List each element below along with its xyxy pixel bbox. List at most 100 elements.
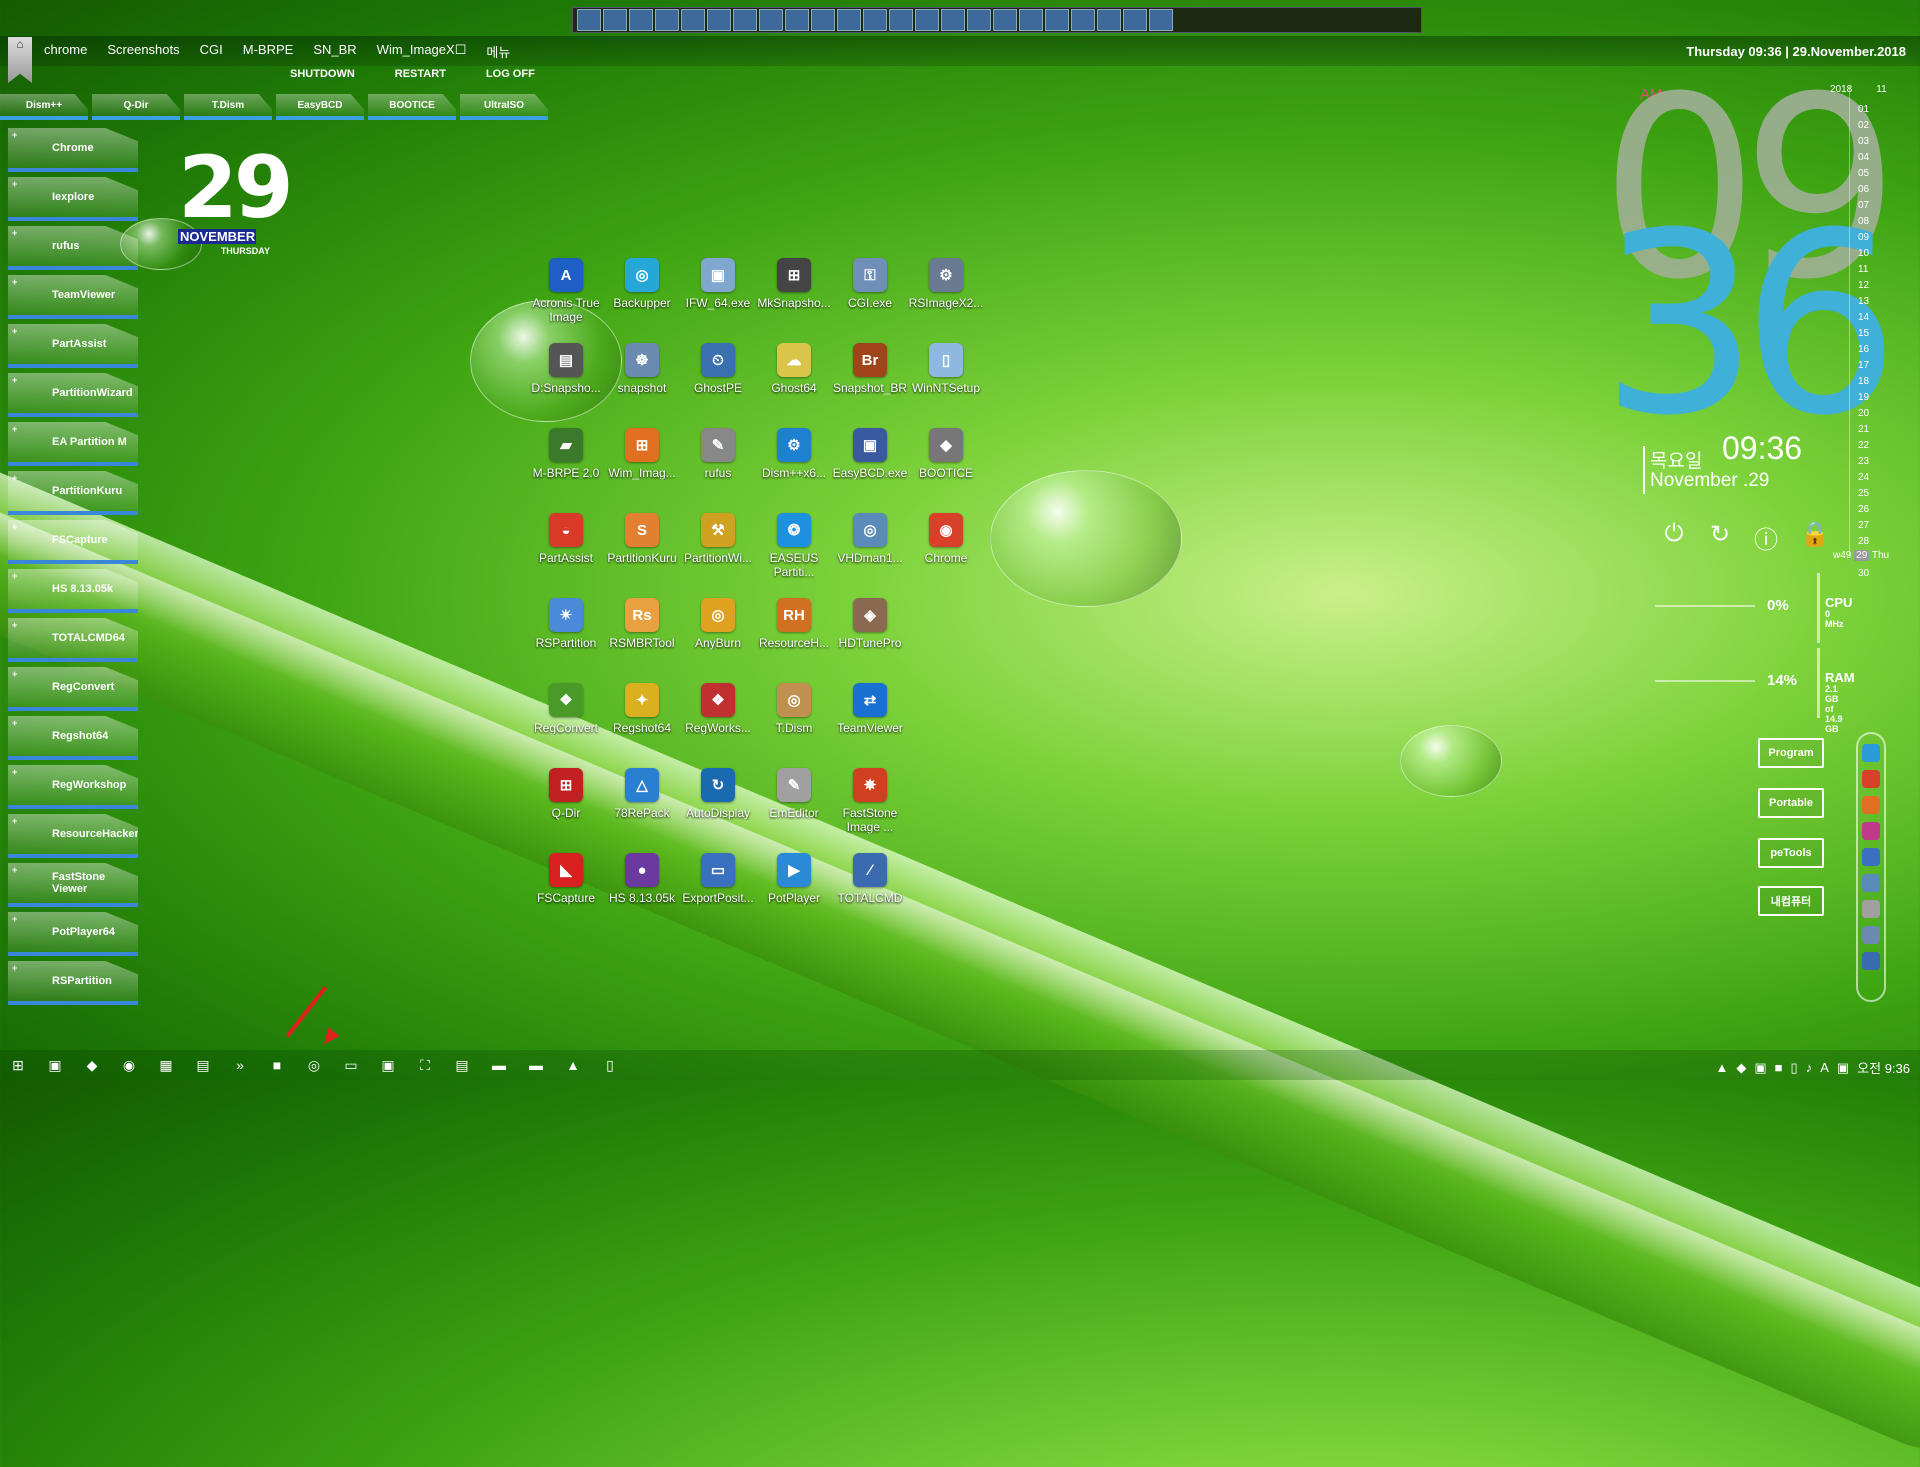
tray-clock[interactable]: 오전 9:36 [1857, 1058, 1910, 1077]
quick-launch-icon[interactable] [1045, 9, 1069, 31]
desktop-icon[interactable]: ↻ AutoDisplay [680, 768, 756, 853]
sidebar-item[interactable]: Regshot64 [8, 716, 138, 760]
taskbar-icon[interactable]: » [230, 1055, 250, 1075]
desktop-icon[interactable]: ∕ TOTALCMD [832, 853, 908, 938]
desktop-icon[interactable]: ◒ PartAssist [528, 513, 604, 598]
tray-icon[interactable]: A [1820, 1060, 1829, 1075]
desktop-icon[interactable]: ⚿ CGI.exe [832, 258, 908, 343]
tray-icon[interactable]: ▯ [1791, 1060, 1798, 1076]
dock-icon[interactable] [1862, 952, 1880, 970]
shutdown-button[interactable]: SHUTDOWN [290, 68, 355, 80]
folder-petools-button[interactable]: peTools [1758, 838, 1824, 868]
dock-icon[interactable] [1862, 796, 1880, 814]
taskbar-icon[interactable]: ■ [267, 1055, 287, 1075]
menu-item[interactable]: Wim_ImageX☐ [377, 42, 467, 61]
tool-tab[interactable]: T.Dism [184, 94, 272, 120]
sidebar-item[interactable]: RSPartition [8, 961, 138, 1005]
desktop-icon[interactable]: ▭ ExportPosit... [680, 853, 756, 938]
desktop-icon[interactable]: ✦ Regshot64 [604, 683, 680, 768]
desktop-icon[interactable]: ◉ Chrome [908, 513, 984, 598]
quick-launch-icon[interactable] [655, 9, 679, 31]
desktop-icon[interactable]: ◈ HDTunePro [832, 598, 908, 683]
sidebar-item[interactable]: rufus [8, 226, 138, 270]
taskbar-icon[interactable]: ▦ [156, 1055, 176, 1075]
desktop-icon[interactable]: ▯ WinNTSetup [908, 343, 984, 428]
tray-icon[interactable]: ▲ [1716, 1060, 1729, 1075]
desktop-icon[interactable]: △ 78RePack [604, 768, 680, 853]
taskbar-icon[interactable]: ◆ [82, 1055, 102, 1075]
sidebar-item[interactable]: ResourceHacker [8, 814, 138, 858]
info-icon[interactable]: ⓘ [1754, 520, 1778, 555]
pin-icon[interactable]: ⌂ [8, 37, 32, 83]
desktop-icon[interactable]: ▰ M-BRPE 2.0 [528, 428, 604, 513]
desktop-icon[interactable]: ◎ Backupper [604, 258, 680, 343]
taskbar-icon[interactable]: ◉ [119, 1055, 139, 1075]
desktop-icon[interactable]: ⚙ Dism++x6... [756, 428, 832, 513]
desktop-icon[interactable]: ⇄ TeamViewer [832, 683, 908, 768]
tool-tab[interactable]: Q-Dir [92, 94, 180, 120]
dock-icon[interactable] [1862, 770, 1880, 788]
desktop-icon[interactable]: ⏲ GhostPE [680, 343, 756, 428]
start-icon[interactable]: ⊞ [8, 1055, 28, 1075]
desktop-icon[interactable]: ◣ FSCapture [528, 853, 604, 938]
quick-launch-icon[interactable] [1071, 9, 1095, 31]
desktop-icon[interactable]: RH ResourceH... [756, 598, 832, 683]
tray-icon[interactable]: ▣ [1837, 1060, 1849, 1076]
desktop-icon[interactable]: ◎ T.Dism [756, 683, 832, 768]
dock-icon[interactable] [1862, 874, 1880, 892]
desktop-icon[interactable]: A Acronis True Image [528, 258, 604, 343]
folder-portable-button[interactable]: Portable [1758, 788, 1824, 818]
dock-icon[interactable] [1862, 900, 1880, 918]
sidebar-item[interactable]: HS 8.13.05k [8, 569, 138, 613]
quick-launch-icon[interactable] [889, 9, 913, 31]
desktop-icon[interactable]: ◎ AnyBurn [680, 598, 756, 683]
sidebar-item[interactable]: TOTALCMD64 [8, 618, 138, 662]
restart-icon[interactable]: ↻ [1708, 520, 1732, 555]
desktop-icon[interactable]: ☸ snapshot [604, 343, 680, 428]
desktop-icon[interactable]: ● HS 8.13.05k [604, 853, 680, 938]
dock-icon[interactable] [1862, 926, 1880, 944]
quick-launch-icon[interactable] [863, 9, 887, 31]
sidebar-item[interactable]: RegConvert [8, 667, 138, 711]
folder-mycomputer-button[interactable]: 내컴퓨터 [1758, 886, 1824, 916]
sidebar-item[interactable]: PartAssist [8, 324, 138, 368]
desktop-icon[interactable]: ⊞ Q-Dir [528, 768, 604, 853]
menu-item[interactable]: M-BRPE [243, 42, 294, 61]
quick-launch-icon[interactable] [1019, 9, 1043, 31]
sidebar-item[interactable]: RegWorkshop [8, 765, 138, 809]
quick-launch-icon[interactable] [915, 9, 939, 31]
desktop-icon[interactable]: ❖ RegWorks... [680, 683, 756, 768]
folder-program-button[interactable]: Program [1758, 738, 1824, 768]
quick-launch-icon[interactable] [1149, 9, 1173, 31]
desktop-icon[interactable]: ▤ D:Snapsho... [528, 343, 604, 428]
quick-launch-icon[interactable] [993, 9, 1017, 31]
desktop-icon[interactable]: ❖ RegConvert [528, 683, 604, 768]
quick-launch-icon[interactable] [785, 9, 809, 31]
quick-launch-icon[interactable] [629, 9, 653, 31]
tray-icon[interactable]: ◆ [1736, 1060, 1746, 1076]
sidebar-item[interactable]: Chrome [8, 128, 138, 172]
desktop-icon[interactable]: S PartitionKuru [604, 513, 680, 598]
dock-icon[interactable] [1862, 744, 1880, 762]
desktop-icon[interactable]: ▣ EasyBCD.exe [832, 428, 908, 513]
desktop-icon[interactable]: ⊞ MkSnapsho... [756, 258, 832, 343]
taskbar-icon[interactable]: ⛶ [415, 1055, 435, 1075]
quick-launch-icon[interactable] [577, 9, 601, 31]
taskbar-icon[interactable]: ▭ [341, 1055, 361, 1075]
menu-item[interactable]: Screenshots [107, 42, 179, 61]
taskbar-icon[interactable]: ▬ [526, 1055, 546, 1075]
desktop-icon[interactable]: ✵ FastStone Image ... [832, 768, 908, 853]
quick-launch-icon[interactable] [759, 9, 783, 31]
quick-launch-icon[interactable] [967, 9, 991, 31]
sidebar-item[interactable]: PotPlayer64 [8, 912, 138, 956]
desktop-icon[interactable]: ◆ BOOTICE [908, 428, 984, 513]
lock-icon[interactable]: 🔒 [1800, 520, 1830, 555]
power-icon[interactable]: ⏻ [1662, 520, 1686, 555]
logoff-button[interactable]: LOG OFF [486, 68, 535, 80]
taskbar-icon[interactable]: ▲ [563, 1055, 583, 1075]
quick-launch-icon[interactable] [733, 9, 757, 31]
desktop-icon[interactable]: ▣ IFW_64.exe [680, 258, 756, 343]
desktop-icon[interactable]: ☁ Ghost64 [756, 343, 832, 428]
tray-icon[interactable]: ■ [1775, 1060, 1783, 1075]
taskbar-icon[interactable]: ▤ [452, 1055, 472, 1075]
